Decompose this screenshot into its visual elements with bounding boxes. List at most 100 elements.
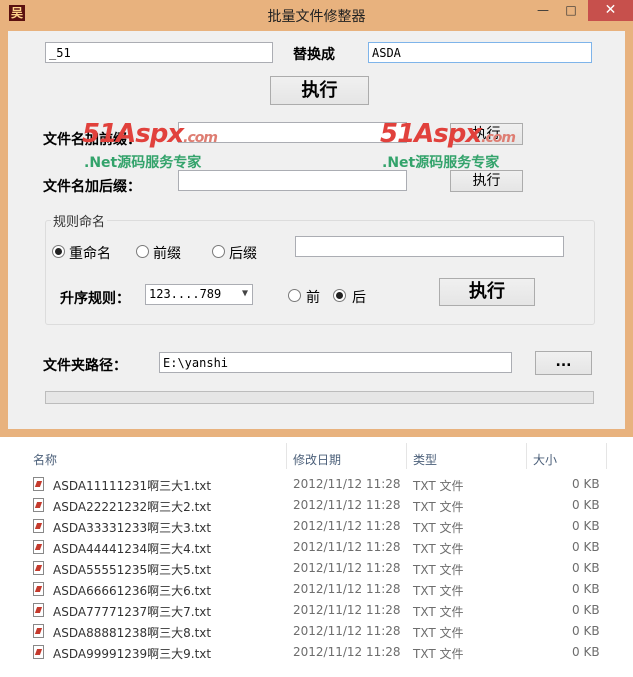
file-name[interactable]: ASDA22221232啊三大2.txt	[53, 498, 211, 515]
column-header-size[interactable]: 大小	[533, 451, 557, 468]
file-row[interactable]: ASDA44441234啊三大4.txt 2012/11/12 11:28 TXT …	[0, 537, 633, 558]
file-type: TXT 文件	[413, 521, 464, 535]
folder-path-label: 文件夹路径：	[43, 358, 127, 374]
txt-file-icon	[33, 624, 44, 638]
txt-file-icon	[33, 603, 44, 617]
prefix-radio-label[interactable]: 前缀	[153, 243, 181, 263]
file-size: 0 KB	[572, 645, 600, 659]
file-date: 2012/11/12 11:28	[293, 603, 401, 617]
prefix-label: 文件名加前缀：	[43, 132, 141, 148]
txt-file-icon	[33, 561, 44, 575]
suffix-radio[interactable]	[212, 245, 225, 258]
position-front-radio[interactable]	[288, 289, 301, 302]
prefix-input[interactable]	[178, 122, 407, 143]
order-rule-label: 升序规则：	[60, 291, 130, 307]
txt-file-icon	[33, 477, 44, 491]
file-size: 0 KB	[572, 561, 600, 575]
file-row[interactable]: ASDA22221232啊三大2.txt 2012/11/12 11:28 TXT …	[0, 495, 633, 516]
replace-with-label: 替换成	[293, 47, 335, 63]
column-divider[interactable]	[406, 443, 407, 469]
txt-file-icon	[33, 645, 44, 659]
file-date: 2012/11/12 11:28	[293, 498, 401, 512]
client-area: 替换成 执行 文件名加前缀： 执行 文件名加后缀： 执行 规则命名 重命名 前缀…	[8, 31, 625, 429]
file-type: TXT 文件	[413, 647, 464, 661]
replace-execute-button[interactable]: 执行	[270, 76, 369, 105]
file-size: 0 KB	[572, 540, 600, 554]
file-size: 0 KB	[572, 519, 600, 533]
app-window: 吴 批量文件修整器 — □ ✕ 替换成 执行 文件名加前缀： 执行 文件名加后缀…	[0, 0, 633, 437]
file-date: 2012/11/12 11:28	[293, 477, 401, 491]
column-divider[interactable]	[526, 443, 527, 469]
file-name[interactable]: ASDA77771237啊三大7.txt	[53, 603, 211, 620]
suffix-input[interactable]	[178, 170, 407, 191]
file-type: TXT 文件	[413, 626, 464, 640]
file-date: 2012/11/12 11:28	[293, 582, 401, 596]
browse-button[interactable]: ...	[535, 351, 592, 375]
suffix-label: 文件名加后缀：	[43, 179, 141, 195]
rule-group-title: 规则命名	[51, 211, 108, 230]
file-row[interactable]: ASDA66661236啊三大6.txt 2012/11/12 11:28 TXT …	[0, 579, 633, 600]
file-type: TXT 文件	[413, 605, 464, 619]
order-rule-value: 123....789	[149, 287, 222, 301]
file-date: 2012/11/12 11:28	[293, 645, 401, 659]
file-type: TXT 文件	[413, 479, 464, 493]
column-divider[interactable]	[286, 443, 287, 469]
file-row[interactable]: ASDA55551235啊三大5.txt 2012/11/12 11:28 TXT …	[0, 558, 633, 579]
replace-text-input[interactable]	[368, 42, 592, 63]
order-rule-select[interactable]: 123....789 ▼	[145, 284, 253, 305]
position-front-label[interactable]: 前	[306, 287, 320, 307]
rename-radio[interactable]	[52, 245, 65, 258]
txt-file-icon	[33, 540, 44, 554]
file-size: 0 KB	[572, 498, 600, 512]
column-header-name[interactable]: 名称	[33, 451, 57, 468]
file-type: TXT 文件	[413, 542, 464, 556]
txt-file-icon	[33, 498, 44, 512]
close-button[interactable]: ✕	[588, 0, 633, 21]
rule-execute-button[interactable]: 执行	[439, 278, 535, 306]
file-row[interactable]: ASDA77771237啊三大7.txt 2012/11/12 11:28 TXT …	[0, 600, 633, 621]
file-type: TXT 文件	[413, 584, 464, 598]
file-size: 0 KB	[572, 477, 600, 491]
prefix-execute-button[interactable]: 执行	[450, 123, 523, 145]
file-size: 0 KB	[572, 582, 600, 596]
column-divider[interactable]	[606, 443, 607, 469]
file-name[interactable]: ASDA66661236啊三大6.txt	[53, 582, 211, 599]
chevron-down-icon[interactable]: ▼	[242, 285, 248, 303]
title-bar[interactable]: 吴 批量文件修整器 — □ ✕	[0, 0, 633, 30]
file-date: 2012/11/12 11:28	[293, 519, 401, 533]
prefix-radio[interactable]	[136, 245, 149, 258]
maximize-button[interactable]: □	[560, 0, 582, 21]
file-type: TXT 文件	[413, 563, 464, 577]
rule-text-input[interactable]	[295, 236, 564, 257]
file-name[interactable]: ASDA33331233啊三大3.txt	[53, 519, 211, 536]
file-row[interactable]: ASDA33331233啊三大3.txt 2012/11/12 11:28 TXT …	[0, 516, 633, 537]
file-list: 名称 修改日期 类型 大小 ASDA11111231啊三大1.txt 2012/1…	[0, 437, 633, 677]
folder-path-input[interactable]	[159, 352, 512, 373]
position-back-radio[interactable]	[333, 289, 346, 302]
file-name[interactable]: ASDA99991239啊三大9.txt	[53, 645, 211, 662]
txt-file-icon	[33, 519, 44, 533]
file-date: 2012/11/12 11:28	[293, 540, 401, 554]
position-back-label[interactable]: 后	[352, 287, 366, 307]
file-size: 0 KB	[572, 624, 600, 638]
file-row[interactable]: ASDA11111231啊三大1.txt 2012/11/12 11:28 TXT …	[0, 474, 633, 495]
file-row[interactable]: ASDA99991239啊三大9.txt 2012/11/12 11:28 TXT …	[0, 642, 633, 663]
file-type: TXT 文件	[413, 500, 464, 514]
file-size: 0 KB	[572, 603, 600, 617]
suffix-execute-button[interactable]: 执行	[450, 170, 523, 192]
file-name[interactable]: ASDA88881238啊三大8.txt	[53, 624, 211, 641]
column-header-type[interactable]: 类型	[413, 451, 437, 468]
txt-file-icon	[33, 582, 44, 596]
file-date: 2012/11/12 11:28	[293, 624, 401, 638]
file-name[interactable]: ASDA44441234啊三大4.txt	[53, 540, 211, 557]
rename-radio-label[interactable]: 重命名	[69, 243, 111, 263]
file-date: 2012/11/12 11:28	[293, 561, 401, 575]
progress-bar	[45, 391, 594, 404]
find-text-input[interactable]	[45, 42, 273, 63]
minimize-button[interactable]: —	[532, 0, 554, 21]
suffix-radio-label[interactable]: 后缀	[229, 243, 257, 263]
column-header-date[interactable]: 修改日期	[293, 451, 341, 468]
file-name[interactable]: ASDA11111231啊三大1.txt	[53, 477, 211, 494]
file-name[interactable]: ASDA55551235啊三大5.txt	[53, 561, 211, 578]
file-row[interactable]: ASDA88881238啊三大8.txt 2012/11/12 11:28 TXT …	[0, 621, 633, 642]
